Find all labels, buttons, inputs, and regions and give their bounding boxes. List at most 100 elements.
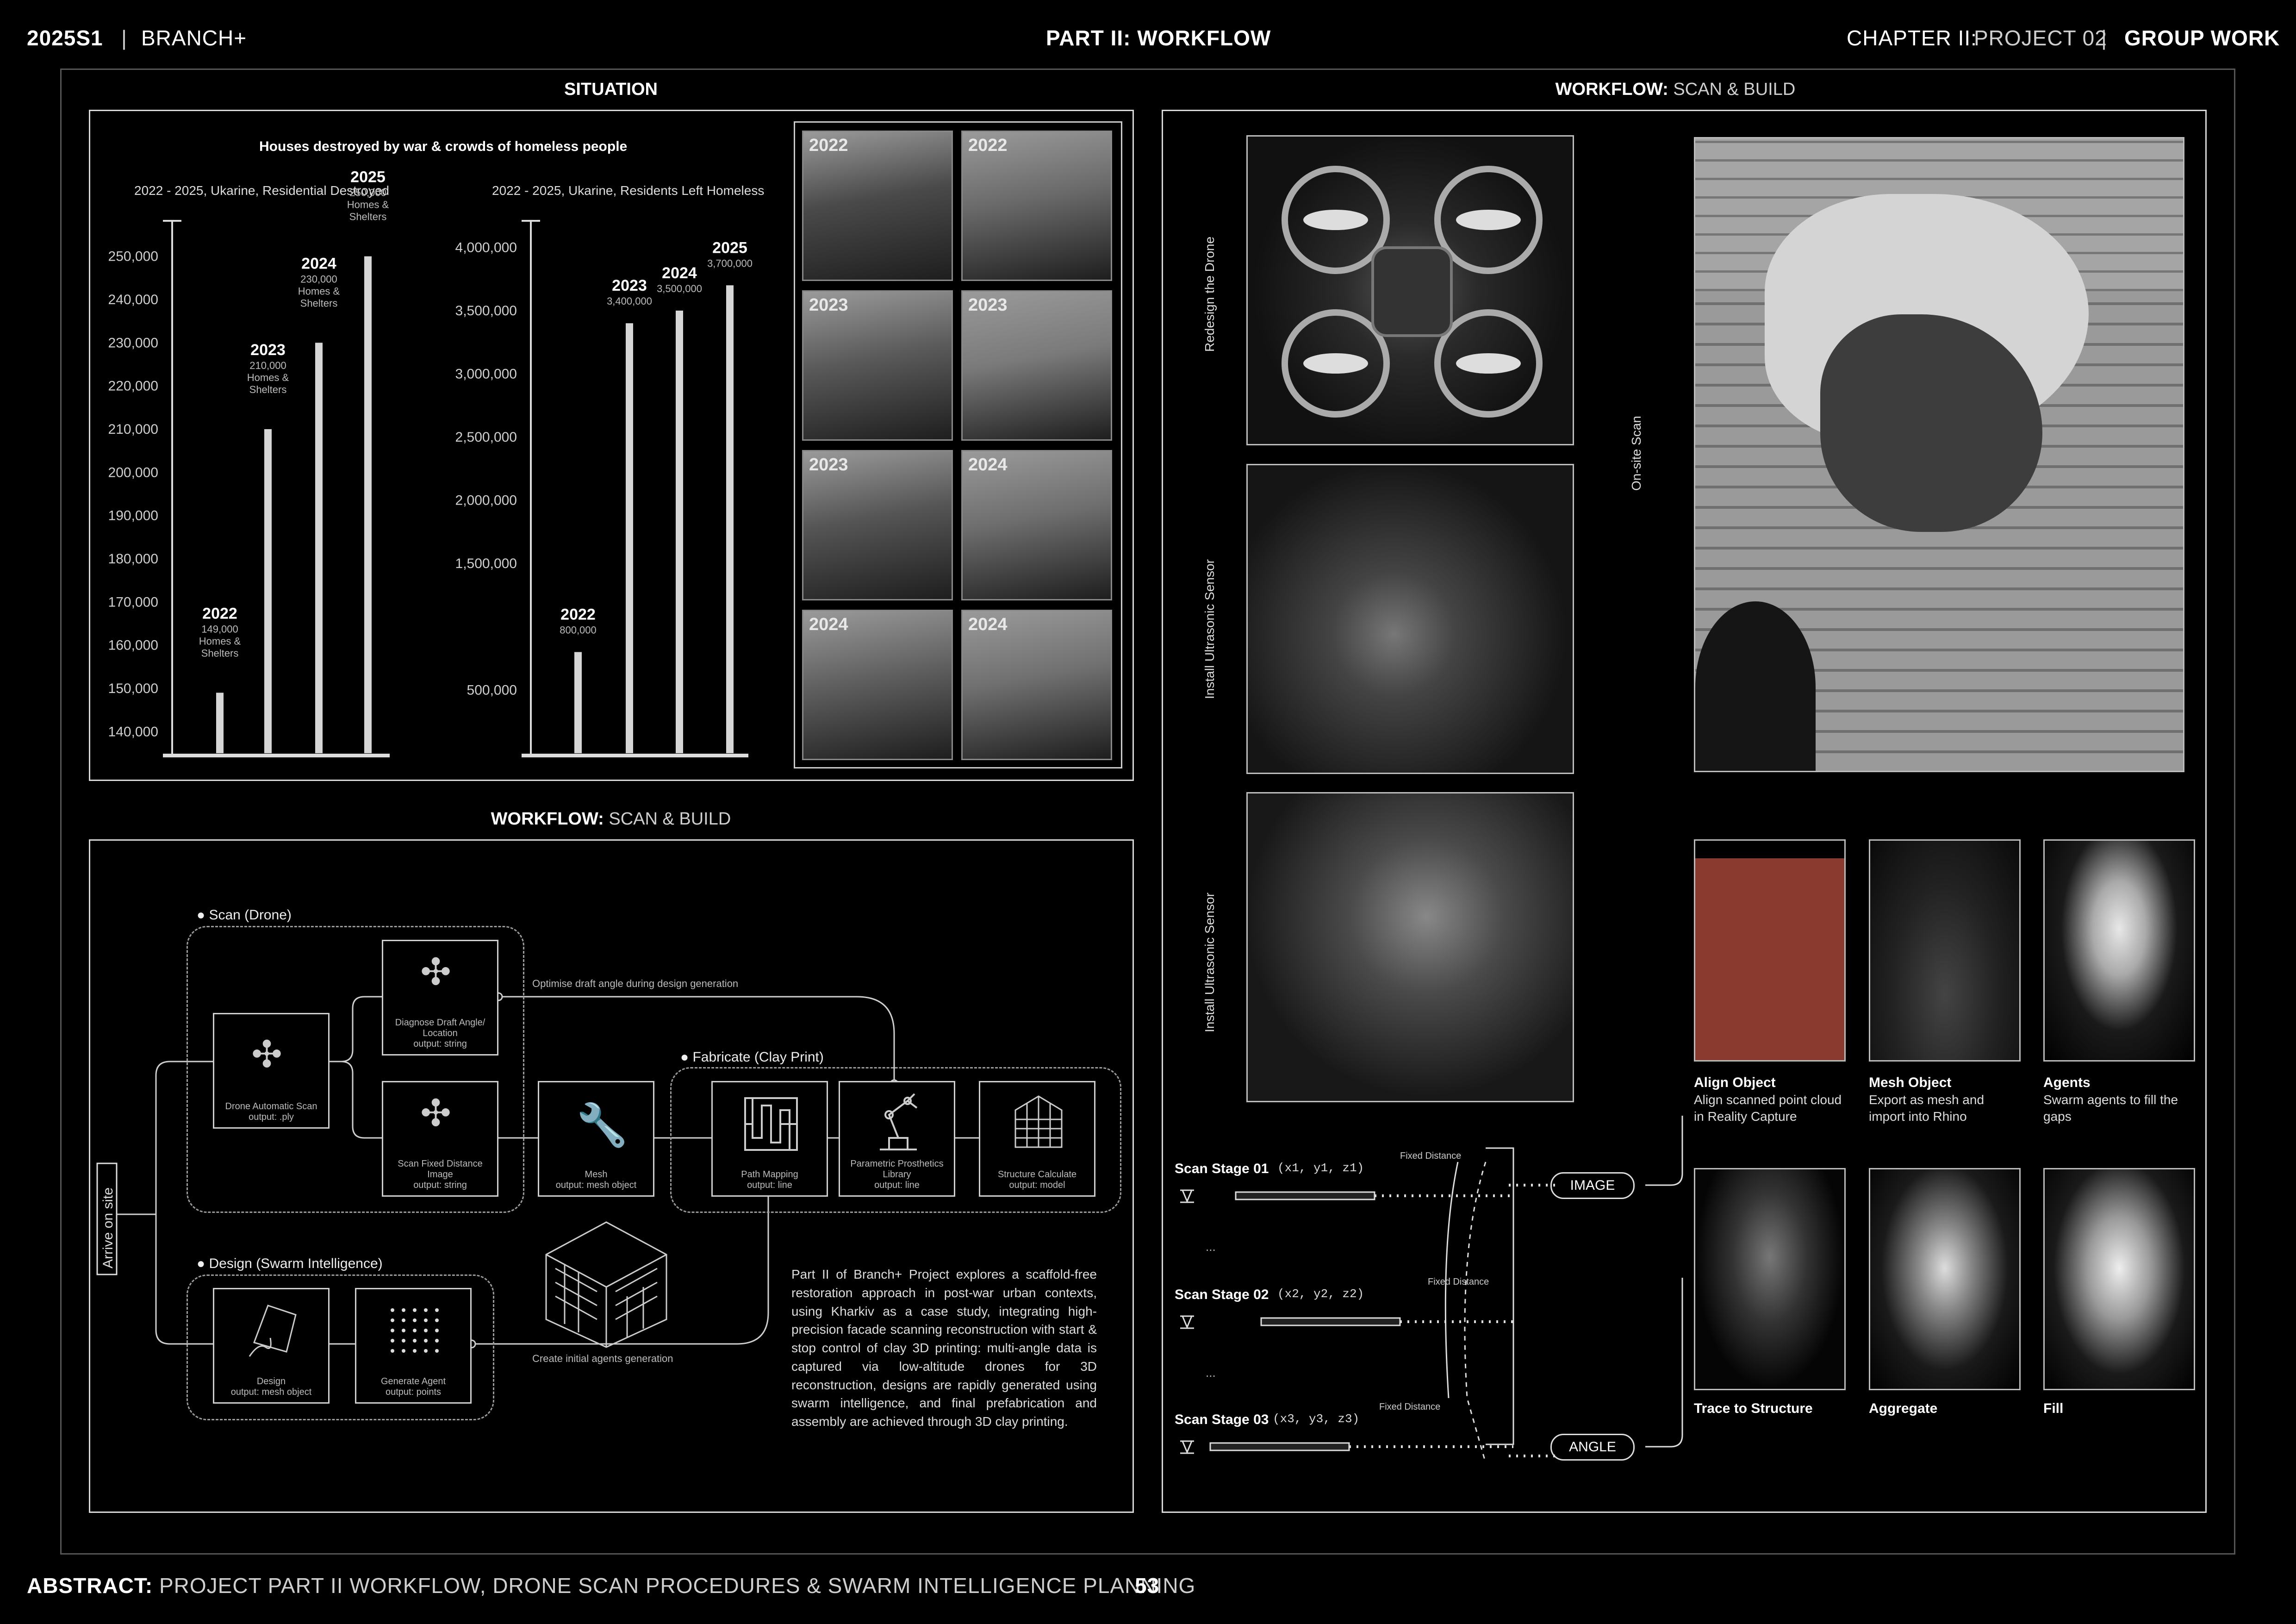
node-structure-label: Structure Calculate output: model xyxy=(997,1169,1077,1190)
angle-pill: ANGLE xyxy=(1550,1434,1635,1461)
chapter-value: PROJECT 02 xyxy=(1974,26,2107,50)
war-photo-year: 2023 xyxy=(968,295,1008,315)
war-photo-5: 2023 xyxy=(802,450,953,600)
war-photo-1: 2022 xyxy=(802,131,953,281)
footer-abstract: ABSTRACT: PROJECT PART II WORKFLOW, DRON… xyxy=(27,1573,1195,1598)
node-path-label: Path Mapping output: line xyxy=(741,1169,798,1190)
stage-drone-body xyxy=(1235,1191,1375,1200)
node-diagnose-label: Diagnose Draft Angle/ Location output: s… xyxy=(395,1018,485,1049)
agent-point xyxy=(413,1339,417,1343)
chart0-tick-label: 220,000 xyxy=(108,379,158,394)
chart0-data-label: Homes & xyxy=(298,285,340,297)
card-caption-2: Mesh Object Export as mesh and import int… xyxy=(1869,1074,2022,1125)
image-to-cards xyxy=(1645,1116,1683,1186)
workflow-left-title-bold: WORKFLOW: xyxy=(491,809,604,829)
scan-stage-name: Scan Stage 01 xyxy=(1175,1161,1269,1176)
war-photo-year: 2022 xyxy=(968,136,1008,155)
agent-point xyxy=(402,1349,405,1353)
node-scan-fixed[interactable]: ✣ Scan Fixed Distance Image output: stri… xyxy=(382,1081,498,1197)
header-divider-2: | xyxy=(2101,26,2107,50)
chart1-data-label: 800,000 xyxy=(560,624,597,636)
create-note: Create initial agents generation xyxy=(532,1353,673,1364)
node-structure[interactable]: Structure Calculate output: model xyxy=(979,1081,1095,1197)
card-title: Align Object xyxy=(1694,1075,1776,1090)
facade-section xyxy=(1486,1147,1514,1445)
fabricate-group-label: ● Fabricate (Clay Print) xyxy=(680,1049,824,1065)
agent-point xyxy=(424,1339,428,1343)
chart1-category-label: 2024 xyxy=(662,264,697,282)
stage-ground-marker xyxy=(1180,1189,1194,1203)
chart1-tick-label: 3,000,000 xyxy=(455,366,517,381)
scan-path-dashed xyxy=(1464,1162,1487,1463)
stage-ground-marker xyxy=(1180,1440,1194,1454)
robot-arm-icon xyxy=(880,1093,918,1150)
card-image-3 xyxy=(2043,839,2195,1062)
group-label: GROUP WORK xyxy=(2124,26,2280,50)
side-label-redesign: Redesign the Drone xyxy=(1202,236,1217,352)
node-design[interactable]: Design output: mesh object xyxy=(213,1288,330,1404)
chart1-data-label: 3,500,000 xyxy=(657,283,702,294)
node-scan-fixed-label: Scan Fixed Distance Image output: string xyxy=(398,1159,483,1190)
sensor-install-photo-2 xyxy=(1246,792,1574,1102)
chart1-category-label: 2023 xyxy=(612,277,647,294)
points-grid-icon xyxy=(391,1308,439,1353)
agent-point xyxy=(391,1308,394,1312)
agent-point xyxy=(435,1318,439,1322)
maze-icon xyxy=(744,1097,798,1151)
card-description: Align scanned point cloud in Reality Cap… xyxy=(1694,1093,1842,1124)
agent-point xyxy=(391,1339,394,1343)
chart0-data-label: 250,000 xyxy=(349,187,386,199)
agent-point xyxy=(413,1349,417,1353)
card-title: Agents xyxy=(2043,1075,2091,1090)
workflow-left-title: WORKFLOW: SCAN & BUILD xyxy=(463,809,759,829)
structure-icon xyxy=(1014,1095,1063,1148)
stage-ground-marker xyxy=(1180,1315,1194,1329)
angle-to-cards xyxy=(1645,1278,1683,1448)
chart0-data-label: Shelters xyxy=(349,211,387,223)
chart0-tick-label: 180,000 xyxy=(108,551,158,567)
chart0-tick-label: 230,000 xyxy=(108,335,158,350)
war-photo-2: 2022 xyxy=(961,131,1112,281)
design-group-label: ● Design (Swarm Intelligence) xyxy=(197,1256,383,1271)
chart0-data-label: 210,000 xyxy=(249,360,286,371)
card-caption-3: Agents Swarm agents to fill the gaps xyxy=(2043,1074,2196,1125)
node-diagnose[interactable]: ✣ Diagnose Draft Angle/ Location output:… xyxy=(382,940,498,1056)
part-title: PART II: WORKFLOW xyxy=(1046,26,1271,50)
card-caption-6: Fill xyxy=(2043,1399,2196,1418)
node-agent[interactable]: Generate Agent output: points xyxy=(355,1288,472,1404)
chart0-bar xyxy=(216,693,224,753)
node-param[interactable]: Parametric Prosthetics Library output: l… xyxy=(839,1081,955,1197)
chart0-category-label: 2023 xyxy=(250,341,286,359)
node-path[interactable]: Path Mapping output: line xyxy=(711,1081,828,1197)
node-param-label: Parametric Prosthetics Library output: l… xyxy=(850,1159,944,1190)
scan-stage-coord: (x1, y1, z1) xyxy=(1277,1161,1364,1175)
agent-point xyxy=(435,1349,439,1353)
card-caption-5: Aggregate xyxy=(1869,1399,2022,1418)
chart0-bar xyxy=(364,256,372,753)
agent-point xyxy=(424,1318,428,1322)
chart0-data-label: Homes & xyxy=(247,372,289,383)
war-photo-8: 2024 xyxy=(961,610,1112,760)
side-label-install-1: Install Ultrasonic Sensor xyxy=(1202,559,1217,699)
chart1-category-label: 2025 xyxy=(712,239,747,256)
agent-point xyxy=(435,1308,439,1312)
stage-drone-body xyxy=(1260,1317,1401,1326)
card-image-6 xyxy=(2043,1168,2195,1390)
node-mesh[interactable]: 🔧 Mesh output: mesh object xyxy=(538,1081,654,1197)
chart1-bar xyxy=(676,310,683,753)
wrench-icon: 🔧 xyxy=(576,1102,628,1149)
page-number: 53 xyxy=(1135,1574,1160,1598)
agent-point xyxy=(391,1329,394,1332)
chart1-category-label: 2022 xyxy=(560,606,596,623)
agent-point xyxy=(413,1318,417,1322)
chapter-label: CHAPTER II: xyxy=(1847,26,1977,50)
chart0-tick-label: 150,000 xyxy=(108,681,158,696)
arrive-on-site-label: Arrive on site xyxy=(100,1187,116,1268)
chart0-data-label: Shelters xyxy=(300,297,338,309)
node-drone-scan[interactable]: ✣ Drone Automatic Scan output: .ply xyxy=(213,1013,330,1129)
fixed-distance-label: Fixed Distance xyxy=(1400,1151,1462,1161)
card-title: Trace to Structure xyxy=(1694,1401,1813,1416)
card-title: Mesh Object xyxy=(1869,1075,1952,1090)
war-photo-year: 2024 xyxy=(968,455,1008,475)
chart0-data-label: Homes & xyxy=(347,199,389,211)
